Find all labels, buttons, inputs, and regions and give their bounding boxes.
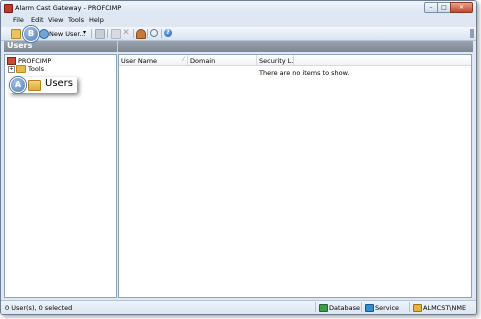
- user-properties-icon[interactable]: [136, 29, 146, 39]
- toolbar-grip[interactable]: [470, 29, 474, 38]
- app-window: Alarm Cast Gateway - PROFCIMP – □ ✕ File…: [0, 0, 477, 315]
- user-status: ALMCST\NME: [409, 302, 476, 312]
- window-controls: – □ ✕: [424, 2, 473, 13]
- new-user-button[interactable]: New User...: [49, 30, 86, 38]
- new-user-dropdown-icon[interactable]: ▾: [83, 29, 86, 36]
- callout-a-marker: A: [10, 77, 26, 93]
- service-status: Service: [361, 302, 407, 312]
- app-icon: [4, 4, 13, 13]
- search-icon[interactable]: [150, 29, 158, 37]
- page-title: Users: [7, 41, 33, 50]
- callout-b-marker: B: [23, 26, 39, 42]
- toolbar-separator: [147, 29, 148, 38]
- section-header: Users: [4, 41, 473, 52]
- window-title: Alarm Cast Gateway - PROFCIMP: [15, 4, 122, 12]
- current-user-label: ALMCST\NME: [423, 304, 467, 312]
- toolbar: New User... ▾ ✕ ?: [1, 27, 476, 41]
- callout-a: A Users: [9, 77, 77, 93]
- database-status: Database: [315, 302, 361, 312]
- title-bar: Alarm Cast Gateway - PROFCIMP – □ ✕: [1, 1, 476, 14]
- menu-view[interactable]: View: [48, 16, 63, 24]
- selection-status: 0 User(s), 0 selected: [5, 304, 73, 312]
- edit-icon[interactable]: [111, 29, 121, 39]
- tree-node-label: Tools: [28, 65, 45, 73]
- menu-help[interactable]: Help: [89, 16, 104, 24]
- delete-icon[interactable]: ✕: [122, 29, 130, 38]
- server-icon: [7, 57, 16, 65]
- menu-bar: File Edit View Tools Help: [1, 15, 476, 25]
- header-divider: [117, 41, 118, 52]
- users-folder-icon: [28, 80, 41, 91]
- folder-icon: [16, 65, 26, 73]
- maximize-button[interactable]: □: [437, 2, 451, 13]
- menu-edit[interactable]: Edit: [31, 16, 44, 24]
- new-user-icon[interactable]: [39, 29, 49, 39]
- minimize-button[interactable]: –: [424, 2, 438, 13]
- service-status-label: Service: [375, 304, 400, 312]
- toolbar-separator: [161, 29, 162, 38]
- column-header-domain[interactable]: Domain: [188, 55, 257, 66]
- column-header-user-name[interactable]: User Name ⁄: [119, 55, 188, 66]
- menu-file[interactable]: File: [13, 16, 24, 24]
- help-icon[interactable]: ?: [164, 29, 172, 37]
- column-header-filler: [294, 55, 471, 66]
- database-icon: [319, 304, 328, 312]
- callout-users-label: Users: [45, 78, 74, 89]
- toolbar-separator: [91, 29, 92, 38]
- menu-tools[interactable]: Tools: [68, 16, 84, 24]
- empty-list-message: There are no items to show.: [259, 69, 350, 77]
- close-button[interactable]: ✕: [450, 2, 473, 13]
- lock-icon: [413, 304, 422, 312]
- status-bar: 0 User(s), 0 selected Database Service A…: [1, 300, 476, 314]
- copy-icon[interactable]: [95, 29, 105, 39]
- expand-icon[interactable]: +: [8, 66, 15, 73]
- tree-node-label: PROFCIMP: [18, 57, 52, 65]
- service-icon: [365, 304, 374, 312]
- column-label: Domain: [190, 57, 216, 65]
- column-label: Security L...: [259, 57, 298, 65]
- toolbar-separator: [107, 29, 108, 38]
- column-label: User Name: [121, 57, 158, 65]
- refresh-icon[interactable]: [11, 29, 21, 39]
- database-status-label: Database: [329, 304, 361, 312]
- sort-icon: ⁄: [182, 56, 184, 63]
- toolbar-separator: [133, 29, 134, 38]
- column-header-security-level[interactable]: Security L...: [257, 55, 298, 66]
- users-list[interactable]: User Name ⁄ Domain Security L... There a…: [118, 54, 472, 298]
